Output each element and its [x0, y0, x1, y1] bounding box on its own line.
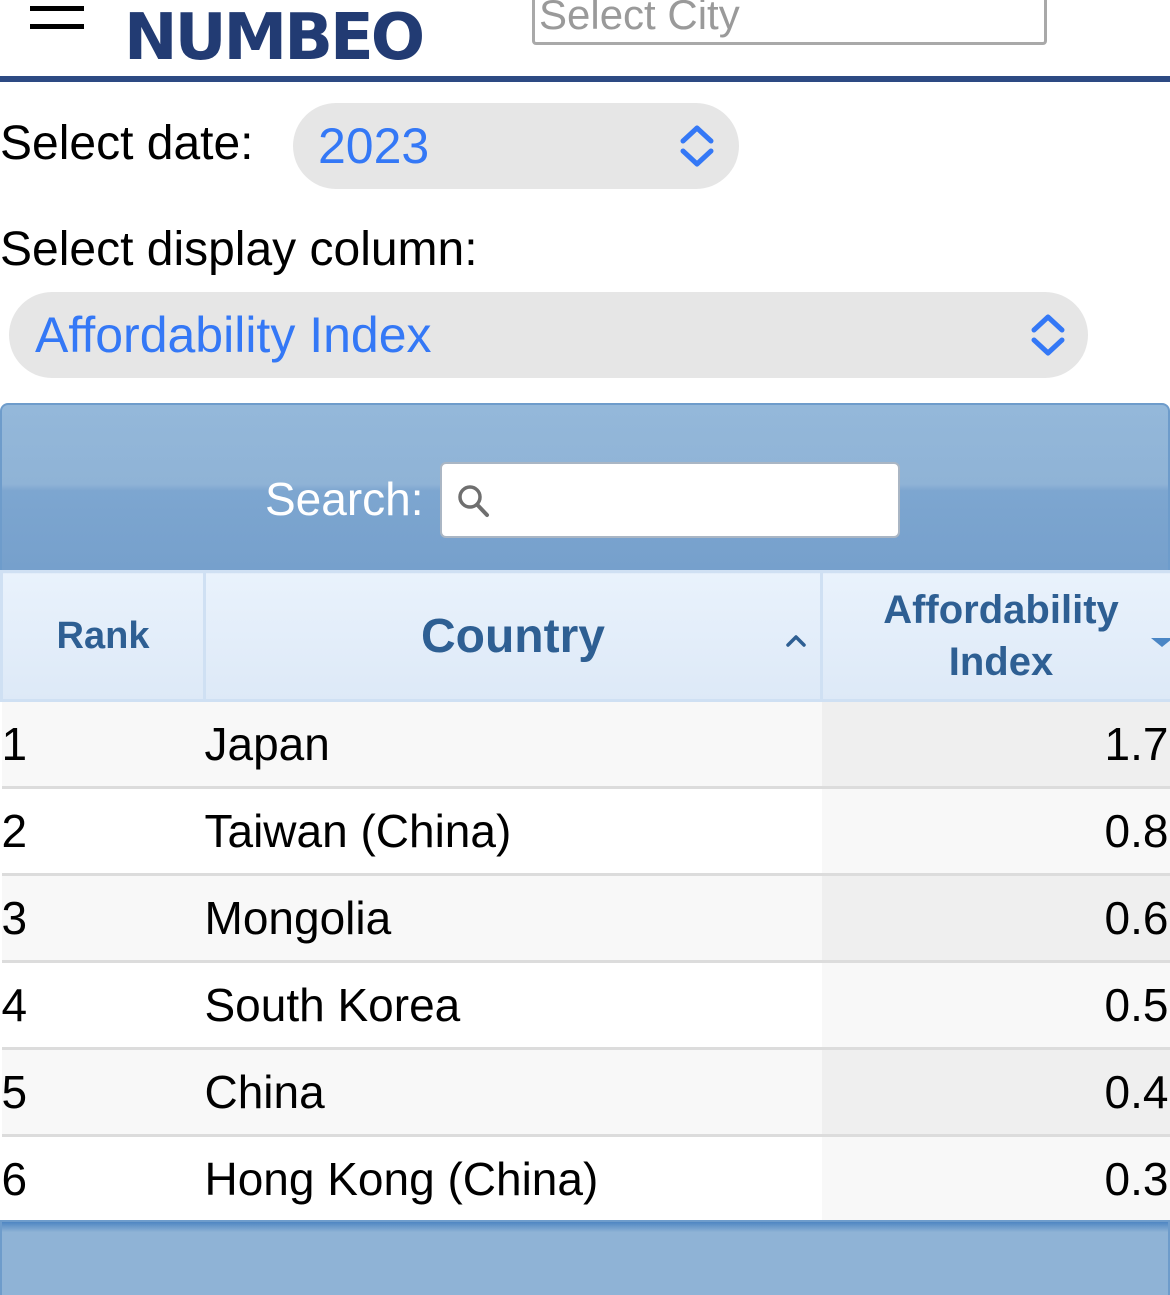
- date-label: Select date:: [0, 117, 254, 170]
- numbeo-logo[interactable]: NUMBEO: [124, 2, 425, 74]
- index-value-cell: 0.8: [821, 787, 1170, 876]
- table-row[interactable]: 4 South Korea 0.5: [1, 961, 1170, 1050]
- index-value-cell: 0.5: [821, 961, 1170, 1050]
- table-row[interactable]: 5 China 0.4: [1, 1048, 1170, 1137]
- country-cell[interactable]: China: [204, 1048, 822, 1137]
- country-cell[interactable]: Japan: [204, 700, 822, 789]
- menu-icon[interactable]: [30, 4, 86, 30]
- ranking-table: Rank Country Affordability Index 1 Japan…: [0, 570, 1170, 1224]
- table-header-row: Rank Country Affordability Index: [0, 570, 1170, 702]
- sort-descending-icon: [1151, 638, 1170, 647]
- country-cell[interactable]: South Korea: [204, 961, 822, 1050]
- display-column-label: Select display column:: [0, 223, 478, 276]
- display-column-value: Affordability Index: [35, 307, 432, 363]
- table-search-input[interactable]: [440, 462, 900, 538]
- rank-cell: 2: [1, 787, 205, 876]
- rank-cell: 6: [1, 1135, 205, 1224]
- affordability-index-column-header[interactable]: Affordability Index: [820, 570, 1170, 702]
- table-toolbar: Search:: [0, 403, 1170, 570]
- country-cell[interactable]: Mongolia: [204, 874, 822, 963]
- table-row[interactable]: 1 Japan 1.7: [1, 700, 1170, 789]
- date-select[interactable]: 2023: [293, 103, 739, 189]
- country-cell[interactable]: Hong Kong (China): [204, 1135, 822, 1224]
- table-search-label: Search:: [265, 473, 424, 525]
- country-column-header[interactable]: Country: [203, 570, 823, 702]
- table-row[interactable]: 3 Mongolia 0.6: [1, 874, 1170, 963]
- rank-cell: 1: [1, 700, 205, 789]
- index-value-cell: 1.7: [821, 700, 1170, 789]
- table-row[interactable]: 2 Taiwan (China) 0.8: [1, 787, 1170, 876]
- display-column-select[interactable]: Affordability Index: [9, 292, 1088, 378]
- top-header: NUMBEO Select City: [0, 0, 1170, 82]
- index-value-cell: 0.4: [821, 1048, 1170, 1137]
- sort-ascending-icon: [786, 635, 806, 647]
- index-value-cell: 0.3: [821, 1135, 1170, 1224]
- rank-column-header[interactable]: Rank: [0, 570, 206, 702]
- rank-cell: 5: [1, 1048, 205, 1137]
- rank-cell: 4: [1, 961, 205, 1050]
- table-row[interactable]: 6 Hong Kong (China) 0.3: [1, 1135, 1170, 1224]
- date-select-value: 2023: [318, 118, 430, 174]
- index-value-cell: 0.6: [821, 874, 1170, 963]
- city-search-placeholder: Select City: [539, 0, 740, 38]
- country-cell[interactable]: Taiwan (China): [204, 787, 822, 876]
- table-footer-toolbar: [0, 1220, 1170, 1295]
- page: NUMBEO Select City Select date: 2023 Sel…: [0, 0, 1170, 1295]
- city-search-input[interactable]: Select City: [532, 0, 1047, 45]
- search-icon: [458, 485, 489, 517]
- select-arrows-icon: [680, 125, 714, 167]
- select-arrows-icon: [1031, 314, 1065, 356]
- rank-cell: 3: [1, 874, 205, 963]
